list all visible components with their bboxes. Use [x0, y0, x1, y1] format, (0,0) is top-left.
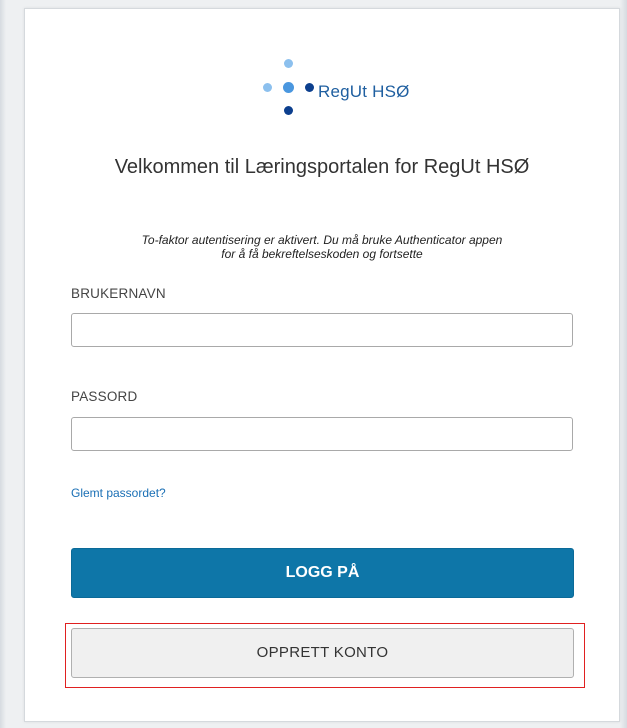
two-factor-notice-line2: for å få bekreftelseskoden og fortsette: [221, 247, 423, 261]
username-input[interactable]: [71, 313, 573, 347]
logo-dot-right: [305, 83, 314, 92]
password-input[interactable]: [71, 417, 573, 451]
create-account-button[interactable]: OPPRETT KONTO: [71, 628, 574, 678]
logo-dot-bottom: [284, 106, 293, 115]
logo-dot-center: [283, 82, 294, 93]
login-card: RegUt HSØ Velkommen til Læringsportalen …: [24, 8, 620, 722]
password-label: PASSORD: [71, 389, 138, 404]
brand-name: RegUt HSØ: [318, 82, 410, 101]
logo-dot-left: [263, 83, 272, 92]
page-background: RegUt HSØ Velkommen til Læringsportalen …: [0, 0, 627, 728]
logo-dot-top: [284, 59, 293, 68]
two-factor-notice: To-faktor autentisering er aktivert. Du …: [65, 233, 579, 261]
login-button[interactable]: LOGG PÅ: [71, 548, 574, 598]
username-label: BRUKERNAVN: [71, 286, 166, 301]
forgot-password-link[interactable]: Glemt passordet?: [71, 486, 166, 500]
brand-logo: RegUt HSØ: [260, 59, 480, 121]
two-factor-notice-line1: To-faktor autentisering er aktivert. Du …: [141, 233, 503, 247]
page-title: Velkommen til Læringsportalen for RegUt …: [114, 156, 530, 178]
